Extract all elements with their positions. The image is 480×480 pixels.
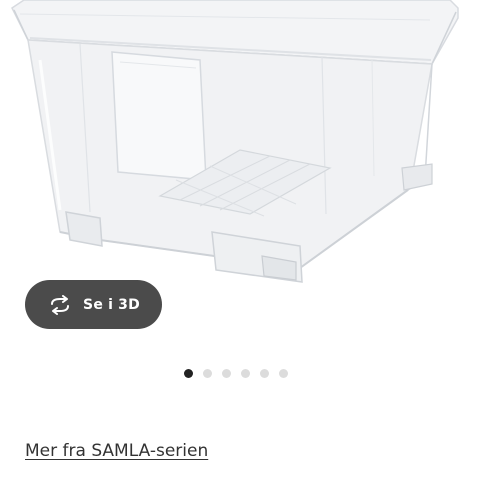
image-carousel-dots bbox=[184, 368, 288, 378]
carousel-dot[interactable] bbox=[184, 368, 193, 378]
rotate-3d-icon bbox=[47, 294, 73, 315]
carousel-dot[interactable] bbox=[279, 368, 288, 378]
carousel-dot[interactable] bbox=[260, 368, 269, 378]
more-from-series-link[interactable]: Mer fra SAMLA-serien bbox=[25, 441, 208, 461]
carousel-dot[interactable] bbox=[203, 368, 212, 378]
view-in-3d-label: Se i 3D bbox=[83, 296, 140, 313]
product-page: Se i 3D Mer fra SAMLA-serien bbox=[0, 0, 480, 480]
carousel-dot[interactable] bbox=[241, 368, 250, 378]
view-in-3d-button[interactable]: Se i 3D bbox=[25, 280, 162, 329]
carousel-dot[interactable] bbox=[222, 368, 231, 378]
